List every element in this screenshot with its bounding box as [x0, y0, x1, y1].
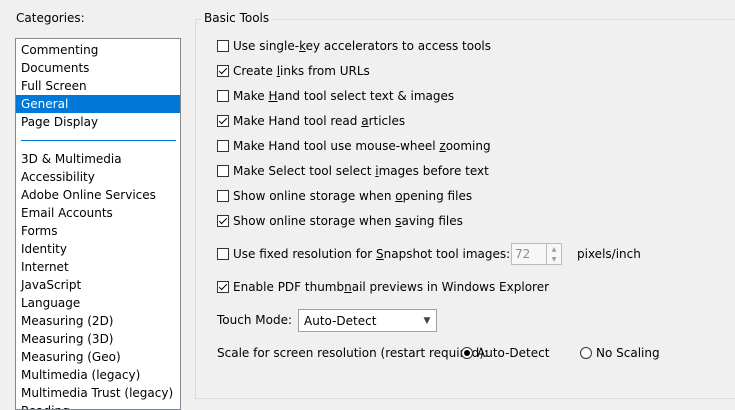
- option-pdf-thumbnail[interactable]: Enable PDF thumbnail previews in Windows…: [217, 279, 549, 295]
- option-label: Make Hand tool use mouse-wheel zooming: [233, 139, 491, 153]
- category-item[interactable]: Page Display: [16, 113, 180, 131]
- option-row[interactable]: Make Hand tool use mouse-wheel zooming: [217, 138, 491, 154]
- option-label: Use fixed resolution for Snapshot tool i…: [233, 247, 511, 261]
- option-label: Make Hand tool read articles: [233, 114, 406, 128]
- checkbox[interactable]: [217, 281, 229, 293]
- option-label: Make Select tool select images before te…: [233, 164, 489, 178]
- checkbox[interactable]: [217, 40, 229, 52]
- scale-label: Scale for screen resolution (restart req…: [217, 346, 489, 360]
- category-item[interactable]: Language: [16, 294, 180, 312]
- spin-arrows-icon[interactable]: ▲ ▼: [547, 243, 562, 265]
- option-row[interactable]: Show online storage when opening files: [217, 188, 472, 204]
- checkbox[interactable]: [217, 190, 229, 202]
- option-label: Create links from URLs: [233, 64, 370, 78]
- chevron-down-icon[interactable]: ▼: [418, 310, 436, 331]
- category-item[interactable]: Adobe Online Services: [16, 186, 180, 204]
- category-item[interactable]: Measuring (Geo): [16, 348, 180, 366]
- option-row[interactable]: Make Hand tool select text & images: [217, 88, 454, 104]
- checkbox[interactable]: [217, 215, 229, 227]
- option-label: Use single-key accelerators to access to…: [233, 39, 491, 53]
- category-item[interactable]: 3D & Multimedia: [16, 150, 180, 168]
- radio-label: No Scaling: [596, 346, 660, 360]
- checkbox[interactable]: [217, 248, 229, 260]
- category-item[interactable]: Full Screen: [16, 77, 180, 95]
- category-item[interactable]: Documents: [16, 59, 180, 77]
- category-item[interactable]: JavaScript: [16, 276, 180, 294]
- option-row[interactable]: Create links from URLs: [217, 63, 370, 79]
- category-item[interactable]: Email Accounts: [16, 204, 180, 222]
- option-row[interactable]: Use single-key accelerators to access to…: [217, 38, 491, 54]
- option-label: Show online storage when saving files: [233, 214, 463, 228]
- radio-label: Auto-Detect: [477, 346, 550, 360]
- radio-auto-detect[interactable]: Auto-Detect: [461, 346, 549, 360]
- touch-mode-label: Touch Mode:: [217, 313, 292, 327]
- option-label: Show online storage when opening files: [233, 189, 473, 203]
- option-label: Make Hand tool select text & images: [233, 89, 455, 103]
- category-item[interactable]: Internet: [16, 258, 180, 276]
- category-item[interactable]: Accessibility: [16, 168, 180, 186]
- resolution-input[interactable]: 72: [511, 243, 547, 265]
- category-separator: [21, 140, 176, 141]
- category-item[interactable]: Identity: [16, 240, 180, 258]
- category-item[interactable]: Multimedia Trust (legacy): [16, 384, 180, 402]
- touch-mode-select[interactable]: Auto-Detect ▼: [298, 309, 437, 332]
- radio-no-scaling[interactable]: No Scaling: [580, 346, 660, 360]
- category-item[interactable]: Reading: [16, 402, 180, 409]
- radio-button[interactable]: [461, 347, 473, 359]
- resolution-units: pixels/inch: [577, 247, 641, 261]
- radio-button[interactable]: [580, 347, 592, 359]
- checkbox[interactable]: [217, 115, 229, 127]
- category-item[interactable]: Multimedia (legacy): [16, 366, 180, 384]
- touch-mode-value: Auto-Detect: [304, 313, 377, 328]
- checkbox[interactable]: [217, 165, 229, 177]
- category-item[interactable]: Commenting: [16, 41, 180, 59]
- option-row[interactable]: Show online storage when saving files: [217, 213, 463, 229]
- categories-label: Categories:: [16, 11, 85, 25]
- option-row[interactable]: Make Select tool select images before te…: [217, 163, 489, 179]
- categories-list[interactable]: Commenting Documents Full Screen General Pag…: [15, 38, 181, 410]
- category-item[interactable]: General: [16, 95, 180, 113]
- category-item[interactable]: Measuring (3D): [16, 330, 180, 348]
- option-row[interactable]: Make Hand tool read articles: [217, 113, 405, 129]
- category-item[interactable]: Forms: [16, 222, 180, 240]
- option-snapshot-resolution[interactable]: Use fixed resolution for Snapshot tool i…: [217, 246, 510, 262]
- checkbox[interactable]: [217, 90, 229, 102]
- option-label: Enable PDF thumbnail previews in Windows…: [233, 280, 550, 294]
- checkbox[interactable]: [217, 65, 229, 77]
- checkbox[interactable]: [217, 140, 229, 152]
- category-item[interactable]: Measuring (2D): [16, 312, 180, 330]
- basic-tools-title: Basic Tools: [201, 11, 273, 25]
